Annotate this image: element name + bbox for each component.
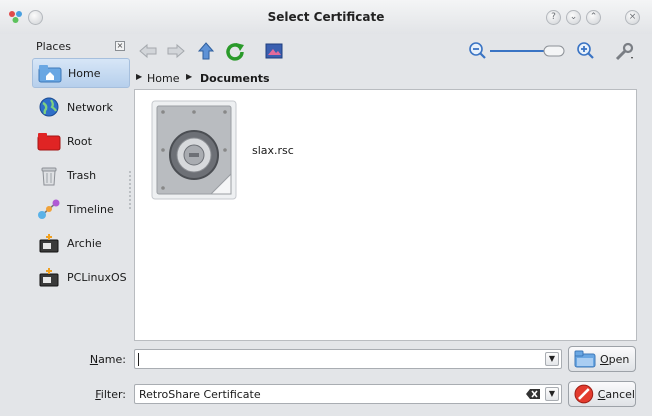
folder-open-icon: [574, 350, 596, 368]
open-mnemonic: O: [600, 352, 609, 366]
filter-combobox[interactable]: RetroShare Certificate ▼: [134, 384, 562, 404]
file-item[interactable]: [151, 100, 237, 200]
open-button[interactable]: Open: [568, 346, 636, 372]
zoom-out-icon[interactable]: [466, 40, 490, 62]
panel-splitter[interactable]: [129, 170, 131, 210]
drive-icon: [39, 234, 59, 253]
file-view[interactable]: slax.rsc: [134, 89, 637, 341]
open-rest: pen: [608, 352, 630, 366]
timeline-icon: [38, 199, 60, 219]
open-button-label: Open: [600, 353, 629, 366]
up-arrow-icon[interactable]: [194, 40, 218, 62]
name-input[interactable]: ▼: [134, 349, 562, 369]
close-window-button[interactable]: ×: [625, 10, 640, 25]
help-button[interactable]: ?: [546, 10, 561, 25]
cancel-icon: [574, 384, 594, 404]
chevron-down-icon[interactable]: ▼: [545, 387, 559, 401]
breadcrumb-item-documents[interactable]: Documents: [200, 72, 270, 85]
breadcrumb-arrow-icon[interactable]: ▶: [186, 72, 192, 81]
filter-label: Filter:: [66, 388, 126, 401]
file-name[interactable]: slax.rsc: [252, 144, 294, 157]
places-close-button[interactable]: ×: [115, 41, 125, 51]
place-label: Root: [67, 134, 92, 148]
places-header: Places: [36, 40, 71, 53]
text-cursor: [138, 353, 139, 366]
vault-certificate-icon: [151, 100, 237, 200]
zoom-in-icon[interactable]: [574, 40, 598, 62]
cancel-button-label: Cancel: [598, 388, 635, 401]
name-label-rest: ame:: [98, 353, 126, 366]
back-arrow-icon[interactable]: [136, 40, 160, 62]
place-label: Trash: [67, 168, 97, 182]
trash-icon: [41, 167, 57, 186]
place-label: PCLinuxOS: [67, 270, 127, 284]
place-label: Network: [67, 100, 113, 114]
reload-icon[interactable]: [223, 40, 247, 62]
place-item-root[interactable]: Root: [32, 126, 130, 156]
zoom-slider[interactable]: [488, 44, 572, 58]
title-bar: Select Certificate ? ⌄ ⌃ ×: [0, 0, 652, 34]
breadcrumb-arrow-icon[interactable]: ▶: [136, 72, 142, 81]
home-folder-icon: [38, 65, 62, 83]
name-label: Name:: [66, 353, 126, 366]
root-folder-icon: [37, 133, 61, 151]
cancel-button[interactable]: Cancel: [568, 381, 636, 407]
filter-label-rest: ilter:: [100, 388, 126, 401]
drive-icon: [39, 268, 59, 287]
maximize-button[interactable]: ⌃: [586, 10, 601, 25]
place-label: Archie: [67, 236, 102, 250]
clear-text-icon[interactable]: [525, 388, 541, 400]
preview-icon[interactable]: [262, 40, 286, 62]
place-item-timeline[interactable]: Timeline: [32, 194, 130, 224]
place-item-pclinuxos[interactable]: PCLinuxOS: [32, 262, 130, 292]
place-label: Home: [68, 66, 101, 80]
place-item-trash[interactable]: Trash: [32, 160, 130, 190]
cancel-rest: ancel: [605, 387, 635, 401]
breadcrumb-item-home[interactable]: Home: [147, 72, 179, 85]
chevron-down-icon[interactable]: ▼: [545, 352, 559, 366]
place-item-home[interactable]: Home: [32, 58, 130, 88]
options-wrench-icon[interactable]: [612, 40, 636, 62]
minimize-button[interactable]: ⌄: [566, 10, 581, 25]
filter-value: RetroShare Certificate: [139, 388, 261, 401]
place-item-network[interactable]: Network: [32, 92, 130, 122]
place-label: Timeline: [67, 202, 114, 216]
forward-arrow-icon[interactable]: [164, 40, 188, 62]
network-globe-icon: [39, 97, 59, 117]
place-item-archie[interactable]: Archie: [32, 228, 130, 258]
name-label-mnemonic: N: [89, 353, 99, 366]
